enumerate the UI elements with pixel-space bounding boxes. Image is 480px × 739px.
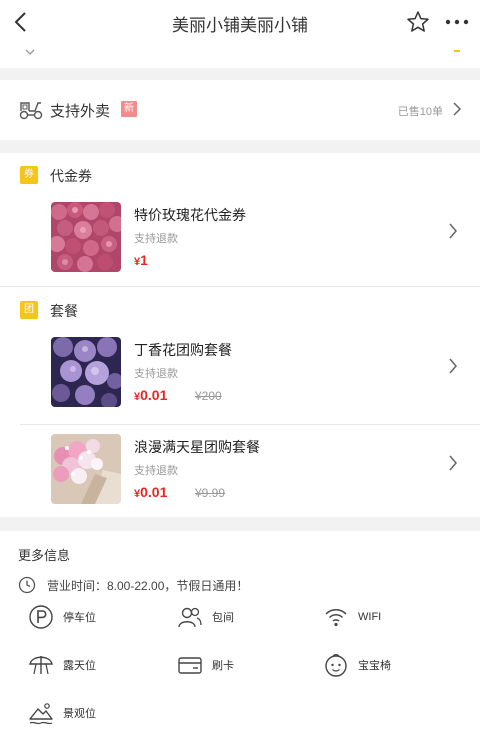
refund-note: 支持退款	[134, 368, 178, 380]
more-info-card: 更多信息 营业时间：8.00-22.00，节假日通用！ 停车位 包间 WIFI	[0, 531, 480, 739]
facility-baby-chair: 宝宝椅	[323, 650, 391, 680]
facility-card: 刷卡	[177, 650, 234, 680]
facility-label: 包间	[212, 612, 234, 624]
item-name: 丁香花团购套餐	[134, 342, 232, 358]
voucher-item[interactable]: 特价玫瑰花代金券 支持退款 ¥1	[0, 194, 480, 286]
chevron-right-icon[interactable]	[448, 357, 458, 375]
accent-mark	[454, 50, 460, 52]
babys-breath-photo	[51, 434, 121, 504]
package-item[interactable]: 浪漫满天星团购套餐 支持退款 ¥0.01 ¥9.99	[0, 426, 480, 518]
parking-icon	[29, 605, 53, 629]
facility-label: 停车位	[63, 612, 96, 624]
facility-label: 宝宝椅	[358, 660, 391, 672]
facility-label: 景观位	[63, 708, 96, 720]
package-item[interactable]: 丁香花团购套餐 支持退款 ¥0.01 ¥200	[0, 329, 480, 421]
collapsed-info-row[interactable]	[0, 46, 480, 68]
item-divider	[20, 424, 480, 425]
new-badge: 新	[121, 101, 137, 117]
sold-count: 已售10单	[397, 106, 443, 118]
voucher-icon: 券	[20, 166, 38, 184]
chevron-right-icon[interactable]	[452, 101, 462, 117]
package-section-header: 团 套餐	[0, 290, 480, 330]
baby-face-icon	[325, 654, 347, 677]
item-price: ¥1	[134, 252, 148, 268]
back-arrow-icon[interactable]	[8, 8, 36, 36]
original-price: ¥9.99	[195, 486, 226, 500]
facility-private-room: 包间	[177, 602, 234, 632]
umbrella-icon	[29, 656, 53, 675]
landscape-icon	[29, 703, 53, 725]
business-hours: 营业时间：8.00-22.00，节假日通用！	[47, 579, 249, 593]
people-icon	[178, 607, 202, 628]
chevron-right-icon[interactable]	[448, 454, 458, 472]
item-price: ¥0.01	[134, 484, 167, 500]
deals-card: 券 代金券 特价玫瑰花代金券 支持退款 ¥1 团 套餐 丁香花团购套餐 支持退款…	[0, 153, 480, 517]
clock-icon	[18, 576, 36, 594]
favorite-star-icon[interactable]	[406, 10, 430, 34]
more-info-heading: 更多信息	[18, 548, 71, 563]
voucher-section-header: 券 代金券	[0, 155, 480, 195]
voucher-section-title: 代金券	[50, 168, 92, 184]
facility-scenic: 景观位	[28, 698, 96, 728]
chevron-right-icon[interactable]	[448, 222, 458, 240]
facility-wifi: WIFI	[323, 602, 381, 632]
chevron-down-icon[interactable]	[22, 46, 38, 60]
price-value: 0.01	[140, 387, 168, 403]
page-title: 美丽小铺美丽小铺	[172, 15, 308, 35]
facility-label: 刷卡	[212, 660, 234, 672]
item-name: 浪漫满天星团购套餐	[134, 439, 260, 455]
price-value: 0.01	[140, 484, 168, 500]
refund-note: 支持退款	[134, 233, 178, 245]
nav-header: 美丽小铺美丽小铺	[0, 0, 480, 46]
facility-label: WIFI	[358, 611, 382, 623]
package-icon: 团	[20, 301, 38, 319]
credit-card-icon	[178, 657, 202, 674]
item-name: 特价玫瑰花代金券	[134, 207, 246, 223]
item-price: ¥0.01	[134, 387, 167, 403]
facility-parking: 停车位	[28, 602, 96, 632]
wifi-icon	[325, 609, 347, 627]
package-section-title: 套餐	[50, 303, 78, 319]
price-value: 1	[140, 252, 148, 268]
rose-photo	[51, 202, 121, 272]
section-divider	[0, 286, 480, 287]
refund-note: 支持退款	[134, 465, 178, 477]
scooter-icon	[19, 102, 43, 120]
facility-label: 露天位	[63, 660, 96, 672]
original-price: ¥200	[195, 389, 222, 403]
facility-outdoor: 露天位	[28, 650, 96, 680]
delivery-label: 支持外卖	[50, 103, 111, 120]
lilac-photo	[51, 337, 121, 407]
more-menu-icon[interactable]	[444, 12, 470, 32]
delivery-row[interactable]: 支持外卖 新 已售10单	[0, 80, 480, 140]
